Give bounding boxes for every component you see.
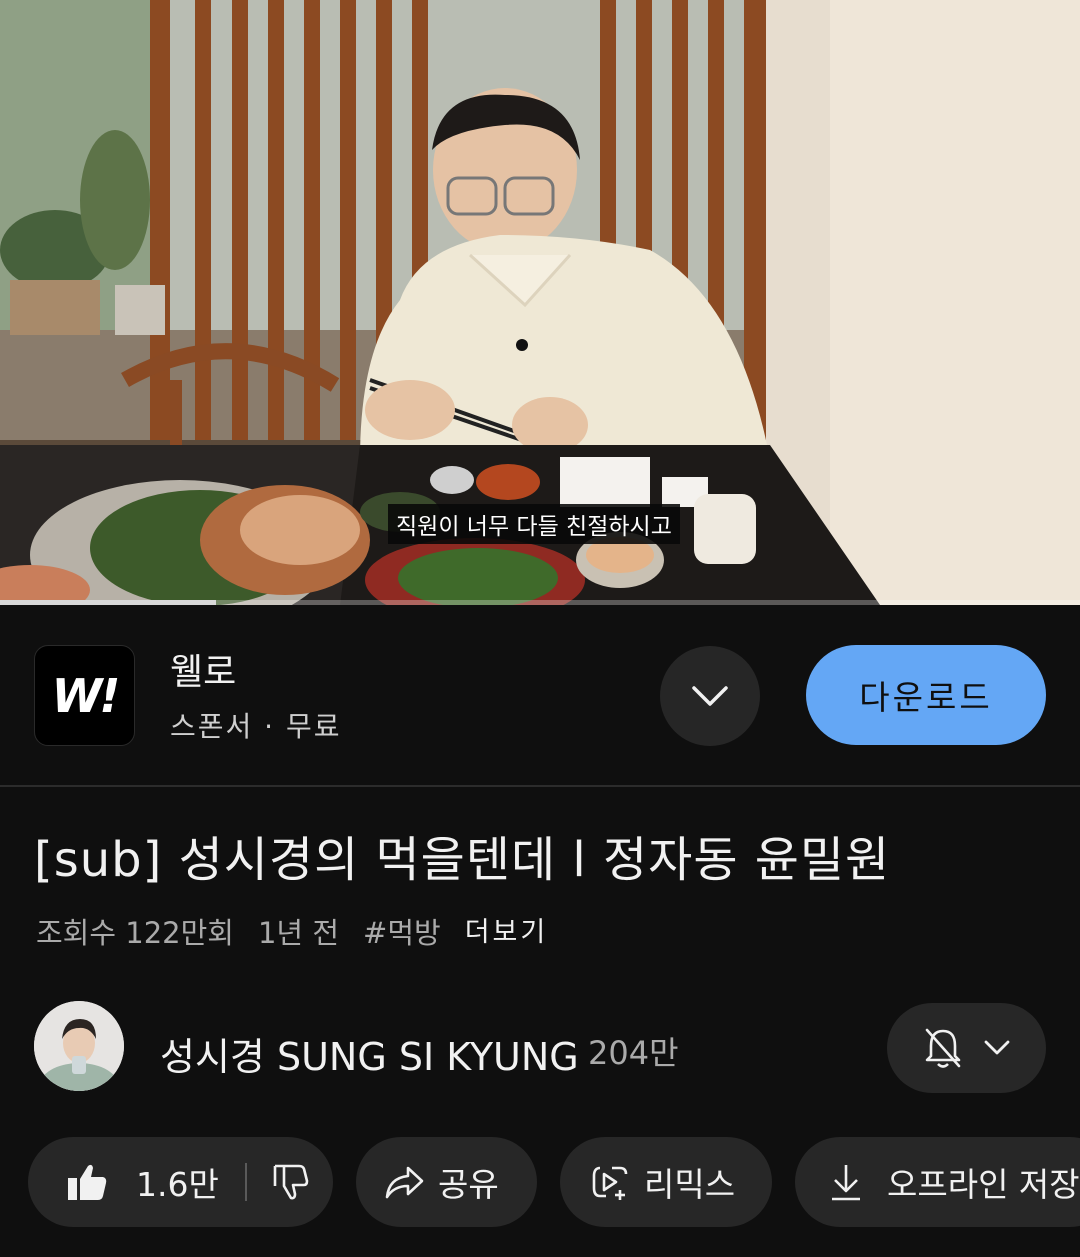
like-count[interactable]: 1.6만 — [136, 1158, 219, 1206]
view-count: 조회수 122만회 — [36, 916, 234, 950]
remix-button[interactable]: 리믹스 — [560, 1137, 772, 1227]
offline-save-button[interactable]: 오프라인 저장 — [795, 1137, 1080, 1227]
download-icon — [832, 1165, 860, 1201]
bell-off-icon — [925, 1028, 960, 1068]
advertiser-logo: W! — [34, 645, 135, 746]
share-icon — [385, 1166, 424, 1199]
divider — [0, 785, 1080, 787]
upload-age: 1년 전 — [257, 916, 340, 950]
thumbs-down-icon[interactable] — [271, 1163, 309, 1201]
chevron-down-icon — [984, 1040, 1009, 1055]
ad-meta: 스폰서 · 무료 — [170, 710, 342, 743]
ad-download-button[interactable]: 다운로드 — [806, 645, 1046, 745]
like-dislike-group: 1.6만 — [28, 1137, 333, 1227]
more-link[interactable]: 더보기 — [465, 910, 549, 952]
thumbs-up-icon[interactable] — [66, 1162, 108, 1202]
channel-name[interactable]: 성시경 SUNG SI KYUNG — [160, 1026, 579, 1081]
notification-button[interactable] — [887, 1003, 1046, 1093]
remix-label: 리믹스 — [644, 1165, 736, 1204]
channel-avatar[interactable] — [34, 1001, 124, 1091]
video-title[interactable]: [sub] 성시경의 먹을텐데 l 정자동 윤밀원 — [34, 820, 890, 890]
share-button[interactable]: 공유 — [356, 1137, 537, 1227]
video-subtitle: 직원이 너무 다들 친절하시고 — [388, 504, 680, 544]
like-separator — [244, 1163, 247, 1201]
avatar-image — [34, 1001, 124, 1091]
video-meta[interactable]: 조회수 122만회 1년 전 #먹방 더보기 — [36, 910, 572, 952]
remix-icon — [592, 1166, 628, 1200]
share-label: 공유 — [438, 1165, 499, 1204]
hashtag-link[interactable]: #먹방 — [363, 910, 441, 952]
advertiser-name: 웰로 — [170, 652, 237, 693]
chevron-down-icon — [692, 686, 728, 706]
offline-label: 오프라인 저장 — [887, 1165, 1080, 1204]
subscriber-count: 204만 — [588, 1034, 679, 1072]
ad-expand-button[interactable] — [660, 646, 760, 746]
video-player[interactable]: 직원이 너무 다들 친절하시고 — [0, 0, 1080, 605]
sponsored-ad[interactable]: W! 웰로 스폰서 · 무료 다운로드 — [0, 605, 1080, 786]
